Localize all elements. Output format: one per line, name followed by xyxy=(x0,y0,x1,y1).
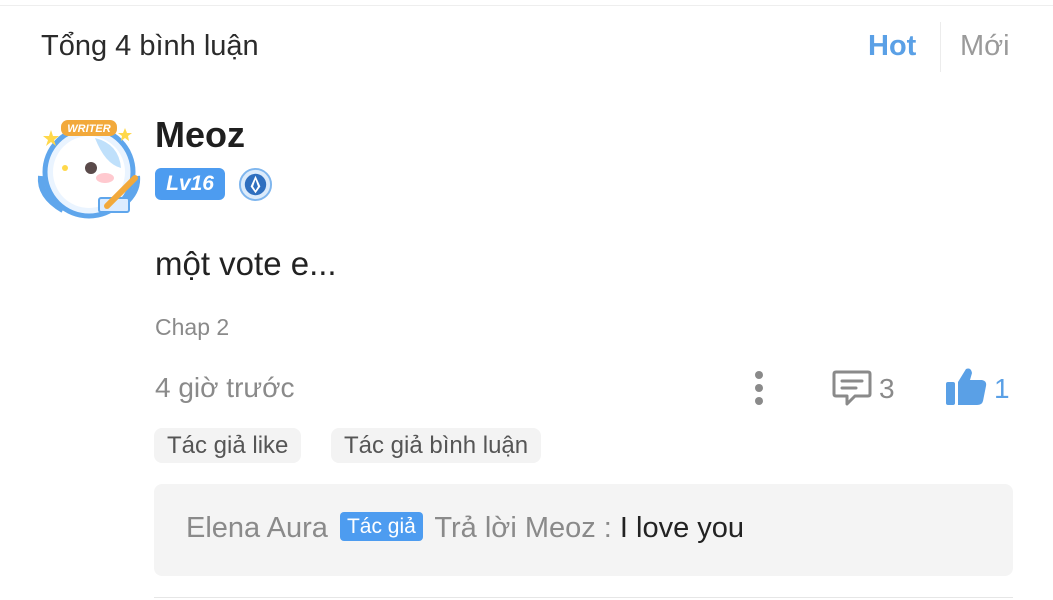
sort-divider xyxy=(940,22,941,72)
thumbs-up-icon[interactable] xyxy=(944,365,988,407)
medal-icon xyxy=(238,167,273,202)
user-avatar[interactable]: WRITER xyxy=(33,116,145,220)
reply-line: Elena Aura Tác giả Trả lời Meoz : I love… xyxy=(186,512,744,545)
comment-time: 4 giờ trước xyxy=(155,372,295,403)
comment-count-title: Tổng 4 bình luận xyxy=(41,30,259,62)
reply-author[interactable]: Elena Aura xyxy=(186,512,328,544)
reply-text: I love you xyxy=(619,512,745,544)
like-count: 1 xyxy=(994,373,1010,404)
reply-preview[interactable]: Elena Aura Tác giả Trả lời Meoz : I love… xyxy=(154,484,1013,576)
avatar-frame-label: WRITER xyxy=(67,123,110,135)
more-vertical-icon[interactable] xyxy=(748,369,770,407)
sort-new-tab[interactable]: Mới xyxy=(960,30,1010,63)
chapter-label[interactable]: Chap 2 xyxy=(155,314,229,341)
reply-icon[interactable] xyxy=(831,367,873,407)
tag-author-commented: Tác giả bình luận xyxy=(331,428,542,463)
level-badge: Lv16 xyxy=(155,168,225,200)
comment-text: một vote e... xyxy=(155,245,337,282)
reply-count: 3 xyxy=(879,373,895,404)
sort-hot-tab[interactable]: Hot xyxy=(868,30,916,63)
author-badge: Tác giả xyxy=(339,512,423,541)
top-divider xyxy=(0,5,1053,6)
bottom-divider xyxy=(154,597,1013,598)
username[interactable]: Meoz xyxy=(155,114,245,156)
reply-to-label: Trả lời Meoz : xyxy=(434,512,612,544)
tag-author-liked: Tác giả like xyxy=(154,428,302,463)
